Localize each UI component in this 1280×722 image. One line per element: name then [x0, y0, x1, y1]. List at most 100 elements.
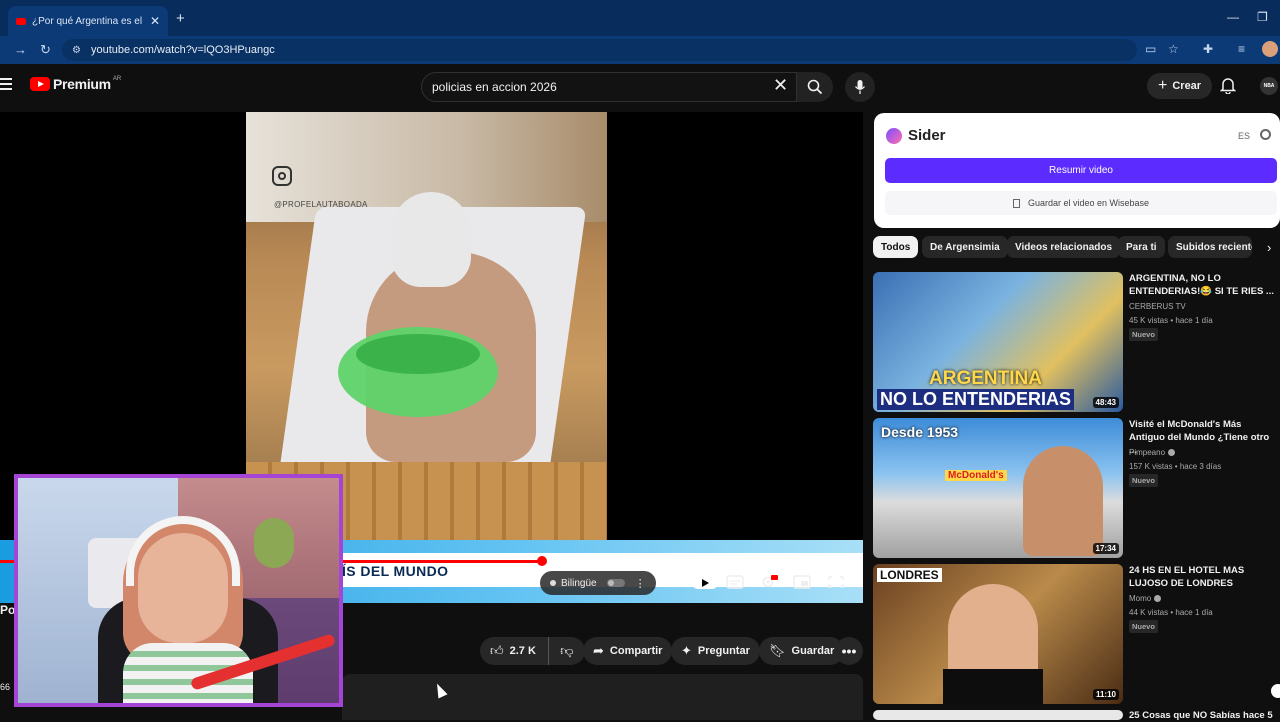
new-badge: Nuevo: [1129, 620, 1158, 633]
scroll-button[interactable]: [1271, 684, 1280, 698]
cast-icon[interactable]: ▭: [1145, 42, 1156, 56]
thumbnail-text: ARGENTINA: [929, 368, 1042, 389]
more-actions-button[interactable]: •••: [835, 637, 863, 665]
subtitle-toggle[interactable]: [606, 579, 625, 587]
sider-brain-icon: [886, 127, 902, 144]
bookmark-star-icon[interactable]: ☆: [1168, 42, 1179, 56]
like-count: 2.7 K: [509, 645, 536, 657]
summarize-video-button[interactable]: Resumir video: [885, 158, 1277, 183]
bookmark-icon: [1012, 198, 1020, 208]
video-duration: 17:34: [1092, 543, 1119, 554]
create-button[interactable]: + Crear: [1147, 73, 1213, 99]
thumbs-up-icon: 👍︎: [490, 643, 504, 658]
thumbs-down-icon: 👎︎: [560, 643, 574, 658]
thumbnail-text: NO LO ENTENDERIAS: [877, 389, 1075, 410]
sider-language[interactable]: ES: [1238, 131, 1250, 141]
share-label: Compartir: [609, 645, 663, 657]
subtitle-options-icon[interactable]: ⋮: [635, 577, 646, 590]
video-basin-water: [356, 334, 480, 374]
chip-todos[interactable]: Todos: [873, 236, 919, 258]
new-tab-icon[interactable]: +: [176, 10, 185, 27]
chip-videos-relacionados[interactable]: Videos relacionados: [1007, 236, 1121, 258]
dislike-button[interactable]: 👎︎: [549, 637, 585, 665]
subtitle-mode-label: Bilingüe: [561, 577, 597, 589]
related-title[interactable]: 25 Cosas que NO Sabías hace 5: [1129, 709, 1277, 722]
youtube-favicon-icon: [16, 17, 26, 25]
sparkle-icon: ✦: [681, 643, 692, 658]
related-channel[interactable]: Pimpeano: [1129, 448, 1176, 457]
search-query: policias en accion 2026: [432, 80, 557, 94]
tab-title: ¿Por qué Argentina es el Mejor: [32, 15, 144, 27]
captions-icon[interactable]: [726, 575, 744, 589]
search-button[interactable]: [797, 72, 833, 102]
video-swim-cap: [391, 192, 471, 287]
clear-search-icon[interactable]: ✕: [773, 76, 788, 94]
reload-icon[interactable]: ↻: [40, 42, 51, 58]
webcam-plush-toy: [254, 518, 294, 568]
chevron-right-icon[interactable]: ›: [1267, 240, 1271, 255]
save-to-wisebase-label: Guardar el video en Wisebase: [1027, 198, 1150, 208]
ask-button[interactable]: ✦ Preguntar: [671, 637, 760, 665]
forward-icon[interactable]: →: [14, 42, 27, 57]
thumbnail-person: [1023, 446, 1103, 556]
subtitle-mode-icon: [550, 580, 556, 586]
address-bar: → ↻ ⚙ youtube.com/watch?v=lQO3HPuangc ▭ …: [0, 36, 1280, 64]
verified-icon: [1154, 595, 1162, 602]
subtitle-mode-control[interactable]: Bilingüe ⋮: [540, 571, 656, 595]
related-thumbnail[interactable]: Desde 1953 McDonald's 17:34: [873, 418, 1123, 558]
related-thumbnail[interactable]: ARGENTINA NO LO ENTENDERIAS 48:43: [873, 272, 1123, 412]
channel-name: Momo: [1129, 594, 1152, 603]
fullscreen-icon[interactable]: [827, 575, 845, 589]
miniplayer-icon[interactable]: [793, 575, 811, 589]
sider-panel: Sider ES Resumir video Guardar el video …: [874, 113, 1280, 228]
sider-settings-icon[interactable]: [1260, 129, 1271, 140]
related-title[interactable]: 24 HS EN EL HOTEL MAS LUJOSO DE LONDRES: [1129, 564, 1277, 590]
youtube-play-logo-icon: [30, 77, 50, 91]
save-button[interactable]: 🔖︎ Guardar: [759, 637, 845, 665]
description-box[interactable]: [342, 674, 863, 720]
save-to-wisebase-button[interactable]: Guardar el video en Wisebase: [885, 191, 1277, 215]
related-meta: 44 K vistas • hace 1 día: [1129, 608, 1213, 617]
settings-gear-icon[interactable]: [760, 575, 778, 589]
browser-tab[interactable]: ¿Por qué Argentina es el Mejor ✕: [8, 6, 168, 36]
youtube-logo[interactable]: Premium AR: [30, 76, 121, 92]
logo-text: Premium: [53, 76, 111, 92]
related-thumbnail[interactable]: [873, 710, 1123, 720]
chip-de-argensimia[interactable]: De Argensimia: [922, 236, 1008, 258]
search-input[interactable]: policias en accion 2026: [421, 72, 797, 102]
browser-tab-bar: ¿Por qué Argentina es el Mejor ✕ + — ❐: [0, 0, 1280, 36]
thumbnail-text: McDonald's: [945, 470, 1007, 481]
account-avatar[interactable]: NBA: [1260, 77, 1278, 95]
site-info-icon[interactable]: ⚙: [72, 45, 81, 56]
notifications-bell-icon[interactable]: [1220, 76, 1236, 94]
minimize-icon[interactable]: —: [1227, 10, 1239, 24]
related-channel[interactable]: CERBERUS TV: [1129, 302, 1186, 311]
new-badge: Nuevo: [1129, 328, 1158, 341]
url-field[interactable]: ⚙ youtube.com/watch?v=lQO3HPuangc: [62, 39, 1137, 61]
autoplay-toggle-icon[interactable]: [692, 577, 718, 589]
progress-scrubber[interactable]: [537, 556, 547, 566]
related-title[interactable]: ARGENTINA, NO LO ENTENDERIAS!😂 SI TE RIE…: [1129, 272, 1277, 298]
browser-profile-avatar[interactable]: [1262, 41, 1278, 57]
related-thumbnail[interactable]: LONDRES 11:10: [873, 564, 1123, 704]
voice-search-button[interactable]: [845, 72, 875, 102]
media-control-icon[interactable]: ≡: [1238, 42, 1245, 56]
chip-subidos-recientemente[interactable]: Subidos reciente: [1168, 236, 1252, 258]
close-tab-icon[interactable]: ✕: [150, 14, 160, 28]
restore-icon[interactable]: ❐: [1257, 10, 1268, 24]
bookmark-icon: 🔖︎: [769, 643, 786, 658]
ask-label: Preguntar: [697, 645, 750, 657]
extensions-icon[interactable]: ✚: [1203, 42, 1213, 56]
like-button[interactable]: 👍︎ 2.7 K: [480, 637, 549, 665]
create-label: Crear: [1172, 80, 1202, 92]
related-channel[interactable]: Momo: [1129, 594, 1162, 603]
search-icon: [807, 79, 823, 95]
url-text: youtube.com/watch?v=lQO3HPuangc: [90, 44, 275, 56]
instagram-icon: [272, 166, 292, 186]
chip-para-ti[interactable]: Para ti: [1118, 236, 1165, 258]
share-icon: ➦: [593, 643, 604, 658]
microphone-icon: [854, 80, 866, 94]
menu-icon[interactable]: [0, 78, 12, 93]
video-watermark-handle: @PROFELAUTABOADA: [274, 200, 368, 209]
share-button[interactable]: ➦ Compartir: [583, 637, 673, 665]
